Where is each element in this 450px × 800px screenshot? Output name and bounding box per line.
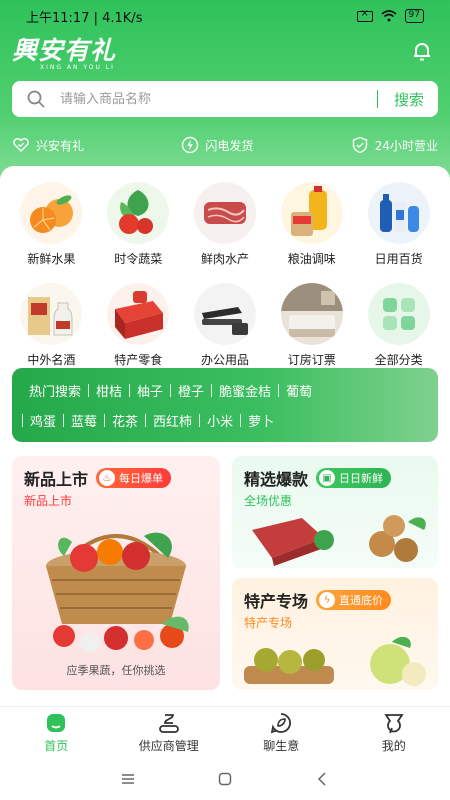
lightning-icon [182,136,199,154]
hot-search-panel: 热门搜索 柑桔 柚子 橙子 脆蜜金桔 葡萄 鸡蛋 蓝莓 花茶 西红柿 小米 萝卜 [12,368,438,442]
hot-search-tag[interactable]: 葡萄 [279,381,319,400]
oil-icon [280,182,343,244]
search-button[interactable]: 搜索 [394,89,424,110]
meat-icon [193,182,256,244]
app-logo: 興安有礼 XING AN YOU LI [12,36,117,71]
category-booking[interactable]: 订房订票 [268,283,355,368]
hot-search-tag[interactable]: 脆蜜金桔 [212,381,278,400]
category-office[interactable]: 办公用品 [182,283,269,368]
heart-check-icon [13,138,29,152]
hot-search-tag[interactable]: 鸡蛋 [23,411,63,430]
feature-item: 兴安有礼 [12,136,84,154]
supplier-icon [158,714,179,733]
back-icon[interactable] [314,771,330,787]
sim-off-icon [356,8,373,22]
specialty-fruit-image [244,636,426,686]
fruit-icon [20,182,83,244]
promo-badge: ▣ 日日新鲜 [316,468,392,488]
hot-search-tag[interactable]: 萝卜 [241,411,281,430]
category-grid: 新鲜水果 时令蔬菜 鲜肉水产 粮油调味 日用百货 中外名酒 特产零食 办公用品 … [8,182,442,368]
category-daily-goods[interactable]: 日用百货 [355,182,442,267]
promo-badge: ♨ 每日爆单 [96,468,172,488]
basket-icon: ▣ [319,470,336,486]
main-content: 新鲜水果 时令蔬菜 鲜肉水产 粮油调味 日用百货 中外名酒 特产零食 办公用品 … [0,166,450,706]
feature-item: 24小时营业 [351,136,438,154]
search-input[interactable] [60,91,367,107]
system-navigation-bar [0,758,450,800]
tab-profile[interactable]: 我的 [338,707,450,758]
bell-icon[interactable] [410,39,434,63]
tab-supplier-management[interactable]: 供应商管理 [113,707,226,758]
tab-home[interactable]: 首页 [0,707,113,758]
category-fruit[interactable]: 新鲜水果 [8,182,95,267]
hot-search-tag[interactable]: 蓝莓 [64,411,104,430]
hotel-room-icon [280,283,343,345]
category-oil[interactable]: 粮油调味 [268,182,355,267]
shield-check-icon [352,136,367,154]
promo-new-arrivals[interactable]: 新品上市 ♨ 每日爆单 新品上市 应季果蔬，任你挑选 [12,456,220,690]
hot-search-tag[interactable]: 柚子 [130,381,170,400]
battery-indicator: 97 [404,9,424,23]
search-divider [376,90,378,108]
stapler-icon [193,283,256,345]
status-bar: 上午11:17 | 4.1K/s 97 [0,0,450,32]
daily-goods-icon [367,182,430,244]
fire-icon: ♨ [99,470,116,486]
search-icon [27,90,45,108]
bottom-tab-bar: 首页 供应商管理 聊生意 我的 [0,706,450,758]
feature-item: 闪电发货 [181,136,253,154]
wifi-icon [381,10,397,22]
category-all[interactable]: 全部分类 [355,283,442,368]
hot-search-tag[interactable]: 花茶 [105,411,145,430]
hot-search-tag[interactable]: 柑桔 [89,381,129,400]
liquor-icon [20,283,83,345]
snack-icon [107,283,170,345]
all-categories-icon [367,283,430,345]
home-square-icon[interactable] [217,771,233,787]
promo-featured-deals[interactable]: 精选爆款 ▣ 日日新鲜 全场优惠 [232,456,438,568]
category-vegetable[interactable]: 时令蔬菜 [95,182,182,267]
hot-search-tag[interactable]: 橙子 [171,381,211,400]
vegetable-basket-image [46,532,189,652]
home-icon [47,714,66,732]
profile-icon [384,714,404,734]
category-meat[interactable]: 鲜肉水产 [182,182,269,267]
feature-strip: 兴安有礼 闪电发货 24小时营业 [12,132,438,158]
lightning-icon: ϟ [319,592,336,608]
tab-chat[interactable]: 聊生意 [225,707,338,758]
hot-search-tag[interactable]: 西红柿 [146,411,199,430]
search-bar: 搜索 [12,81,438,117]
promo-specialty[interactable]: 特产专场 ϟ 直通底价 特产专场 [232,578,438,690]
category-snack[interactable]: 特产零食 [95,283,182,368]
category-liquor[interactable]: 中外名酒 [8,283,95,368]
promo-badge: ϟ 直通底价 [316,590,392,610]
vegetable-icon [107,182,170,244]
hot-search-title: 热门搜索 [29,384,82,400]
hot-search-tag[interactable]: 小米 [200,411,240,430]
chat-leaf-icon [271,713,292,734]
status-time: 上午11:17 | 4.1K/s [26,10,143,26]
menu-icon[interactable] [120,771,136,787]
meat-walnut-image [252,515,426,566]
